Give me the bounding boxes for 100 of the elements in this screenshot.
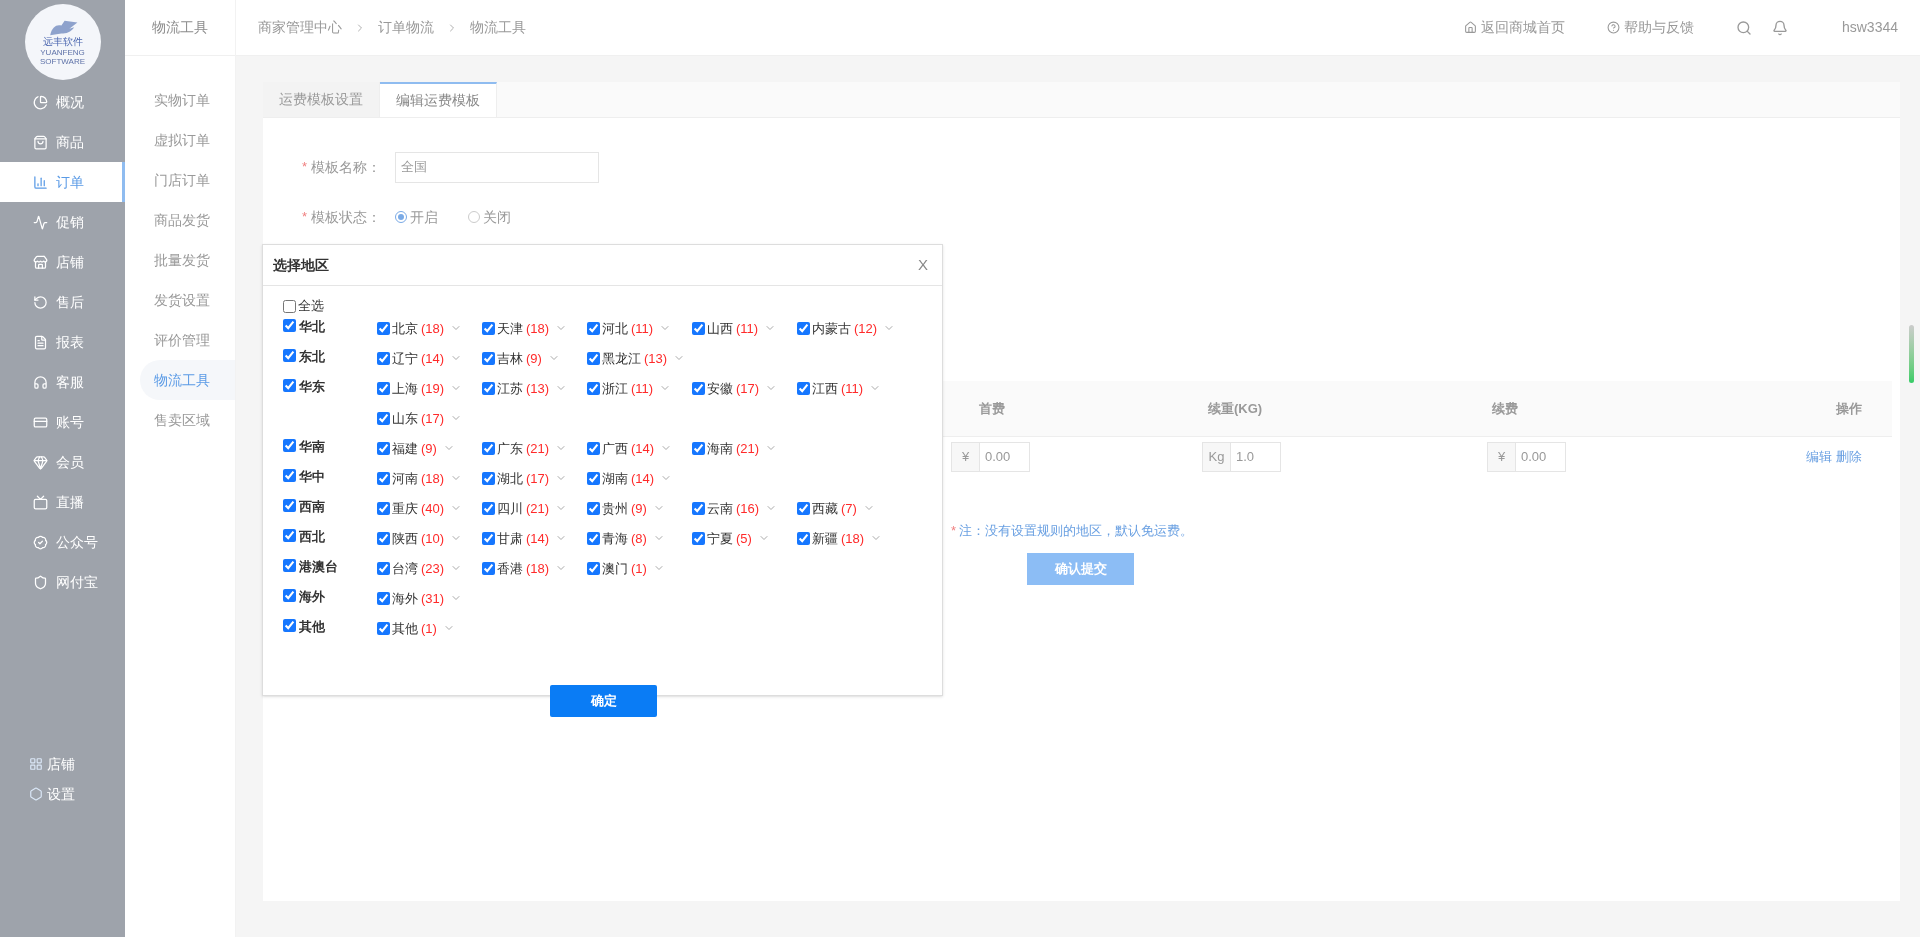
tab[interactable]: 运费模板设置 (263, 82, 380, 117)
province-checkbox[interactable] (482, 442, 495, 456)
province-checkbox[interactable] (797, 502, 810, 516)
province-checkbox[interactable] (692, 532, 705, 546)
region-checkbox[interactable] (283, 559, 296, 572)
confirm-button[interactable]: 确定 (550, 685, 657, 717)
sub-navigation-item[interactable]: 发货设置 (140, 280, 235, 320)
province-checkbox[interactable] (587, 352, 600, 366)
province-checkbox[interactable] (692, 502, 705, 516)
province-checkbox[interactable] (587, 442, 600, 456)
province-checkbox[interactable] (377, 532, 390, 546)
region-label: 其他 (299, 618, 325, 636)
province-checkbox[interactable] (377, 622, 390, 636)
province-checkbox[interactable] (377, 562, 390, 576)
sub-navigation-item[interactable]: 售卖区域 (140, 400, 235, 440)
province-label: 安徽 (17) (707, 380, 760, 398)
province-checkbox[interactable] (797, 532, 810, 546)
select-all-checkbox[interactable] (283, 299, 296, 313)
region-checkbox[interactable] (283, 499, 296, 512)
region-checkbox[interactable] (283, 379, 296, 392)
breadcrumb-link[interactable]: 订单物流 (378, 17, 434, 38)
province-checkbox[interactable] (377, 382, 390, 396)
sub-navigation-item[interactable]: 物流工具 (140, 360, 235, 400)
search-icon[interactable] (1735, 19, 1752, 36)
top-link[interactable]: 帮助与反馈 (1606, 17, 1694, 38)
status-radio[interactable]: 开启 (395, 206, 438, 228)
sidebar-link[interactable]: 设置 (0, 779, 125, 809)
province-checkbox[interactable] (797, 382, 810, 396)
province-checkbox[interactable] (377, 502, 390, 516)
sidebar-item[interactable]: 售后 (0, 282, 125, 322)
region-label: 华东 (299, 378, 325, 396)
top-link[interactable]: 返回商城首页 (1463, 17, 1565, 38)
province-checkbox[interactable] (692, 322, 705, 336)
province-checkbox[interactable] (797, 322, 810, 336)
region-checkbox[interactable] (283, 319, 296, 332)
sub-navigation-item[interactable]: 门店订单 (140, 160, 235, 200)
sidebar-item[interactable]: 概况 (0, 82, 125, 122)
sub-navigation-item[interactable]: 实物订单 (140, 80, 235, 120)
province-checkbox[interactable] (482, 562, 495, 576)
province-checkbox[interactable] (587, 472, 600, 486)
sub-navigation-item[interactable]: 虚拟订单 (140, 120, 235, 160)
sub-navigation-item[interactable]: 商品发货 (140, 200, 235, 240)
province-checkbox[interactable] (377, 442, 390, 456)
province-label: 山东 (17) (392, 410, 445, 428)
province-checkbox[interactable] (482, 532, 495, 546)
province-checkbox[interactable] (587, 532, 600, 546)
region-checkbox[interactable] (283, 439, 296, 452)
sidebar-item[interactable]: 会员 (0, 442, 125, 482)
province-checkbox[interactable] (482, 502, 495, 516)
user-name[interactable]: hsw3344 (1841, 17, 1898, 38)
province-label: 北京 (18) (392, 320, 445, 338)
region-checkbox[interactable] (283, 589, 296, 602)
breadcrumb-link[interactable]: 商家管理中心 (258, 17, 342, 38)
action-link[interactable]: 删除 (1836, 447, 1862, 467)
province-checkbox[interactable] (482, 472, 495, 486)
sidebar-item[interactable]: 公众号 (0, 522, 125, 562)
price-field[interactable]: ¥ 0.00 (951, 442, 1030, 472)
sidebar-item[interactable]: 促销 (0, 202, 125, 242)
province-label: 四川 (21) (497, 500, 550, 518)
sidebar-item[interactable]: 直播 (0, 482, 125, 522)
sidebar-item[interactable]: 网付宝 (0, 562, 125, 602)
province-label: 福建 (9) (392, 440, 437, 458)
region-label: 西北 (299, 528, 325, 546)
province-checkbox[interactable] (377, 412, 390, 426)
province-checkbox[interactable] (377, 592, 390, 606)
province-checkbox[interactable] (587, 382, 600, 396)
sub-navigation-item[interactable]: 评价管理 (140, 320, 235, 360)
region-checkbox[interactable] (283, 349, 296, 362)
sidebar-item[interactable]: 店铺 (0, 242, 125, 282)
action-link[interactable]: 编辑 (1806, 447, 1832, 467)
region-checkbox[interactable] (283, 529, 296, 542)
sidebar-item[interactable]: 客服 (0, 362, 125, 402)
price-field[interactable]: Kg 1.0 (1202, 442, 1281, 472)
sidebar-link[interactable]: 店铺 (0, 749, 125, 779)
close-button[interactable]: X (914, 253, 932, 277)
sidebar-item[interactable]: 报表 (0, 322, 125, 362)
bell-icon[interactable] (1771, 19, 1788, 36)
province-checkbox[interactable] (587, 562, 600, 576)
breadcrumb-link[interactable]: 物流工具 (470, 17, 526, 38)
province-checkbox[interactable] (482, 352, 495, 366)
province-checkbox[interactable] (692, 382, 705, 396)
province-checkbox[interactable] (377, 472, 390, 486)
price-field[interactable]: ¥ 0.00 (1487, 442, 1566, 472)
region-checkbox[interactable] (283, 469, 296, 482)
province-checkbox[interactable] (377, 352, 390, 366)
submit-button[interactable]: 确认提交 (1027, 552, 1134, 585)
province-checkbox[interactable] (482, 382, 495, 396)
sidebar-item[interactable]: 账号 (0, 402, 125, 442)
sidebar-item[interactable]: 商品 (0, 122, 125, 162)
sidebar-item[interactable]: 订单 (0, 162, 125, 202)
province-checkbox[interactable] (692, 442, 705, 456)
region-checkbox[interactable] (283, 619, 296, 632)
tab[interactable]: 编辑运费模板 (380, 82, 497, 117)
province-checkbox[interactable] (587, 502, 600, 516)
sub-navigation-item[interactable]: 批量发货 (140, 240, 235, 280)
province-checkbox[interactable] (377, 322, 390, 336)
status-radio[interactable]: 关闭 (468, 206, 511, 228)
province-checkbox[interactable] (482, 322, 495, 336)
province-checkbox[interactable] (587, 322, 600, 336)
template-name-field[interactable]: 全国 (395, 151, 599, 183)
